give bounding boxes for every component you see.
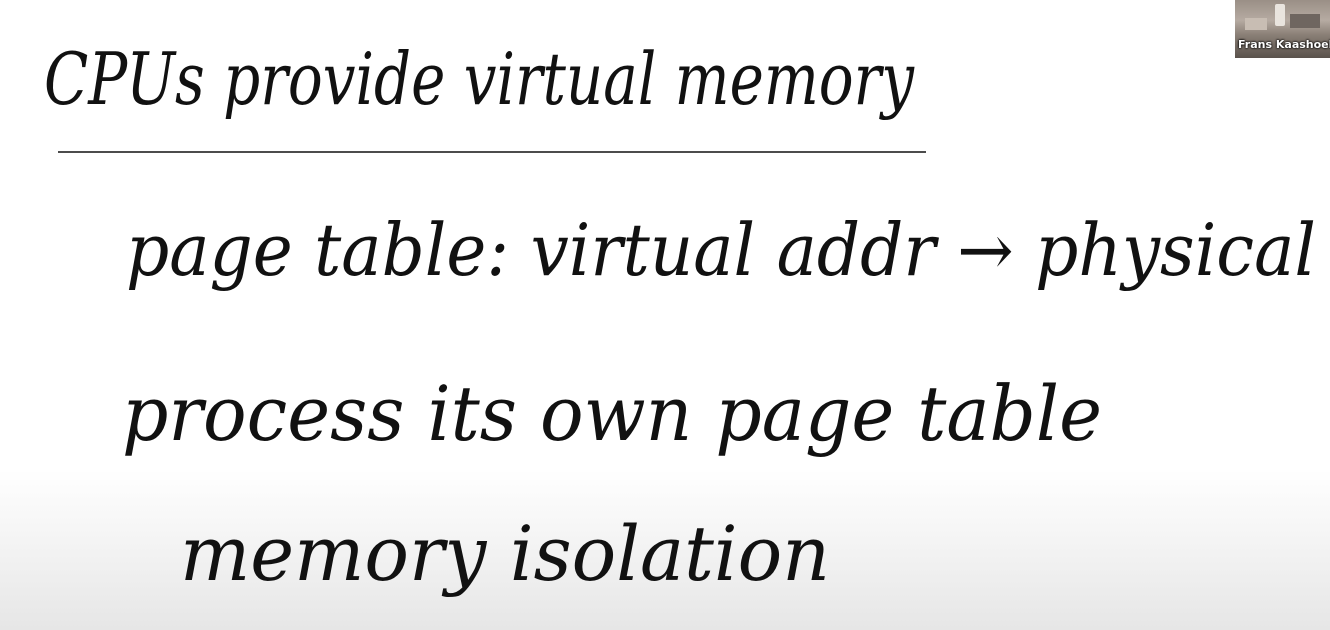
screen-share-view: CPUs provide virtual memory page table: … [0,0,1330,630]
participant-video-thumbnail[interactable]: Frans Kaashoek [1235,0,1330,58]
video-background-detail [1245,18,1267,30]
participant-name-label: Frans Kaashoek [1238,38,1330,51]
whiteboard-title: CPUs provide virtual memory [44,37,915,121]
video-background-detail [1290,14,1320,28]
whiteboard-canvas: CPUs provide virtual memory page table: … [44,37,1316,598]
whiteboard-line-1: page table: virtual addr → physical [126,208,1316,292]
whiteboard-line-2: process its own page table [122,369,1102,458]
whiteboard-line-3: memory isolation [180,509,830,598]
video-background-detail [1275,4,1285,26]
